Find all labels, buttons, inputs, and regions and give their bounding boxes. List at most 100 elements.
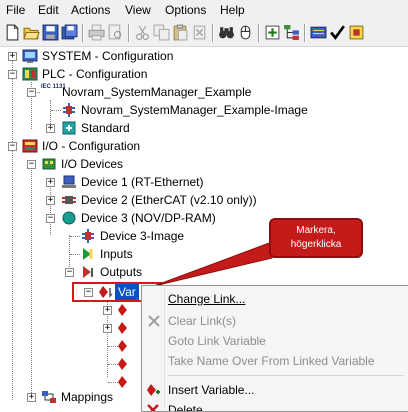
add-icon[interactable] [264,24,281,41]
tree-node-device-1[interactable]: + Device 1 (RT-Ethernet) [0,173,300,191]
tree-node-plc-image[interactable]: Novram_SystemManager_Example-Image [0,101,360,119]
tree-node-plc[interactable]: − PLC - Configuration [0,65,300,83]
menu-item-clear-links[interactable]: Clear Link(s) [142,310,408,332]
node-label: I/O Devices [61,157,124,171]
callout-line-1: Markera, [296,225,336,236]
context-menu: Change Link... Clear Link(s) Goto Link V… [141,285,408,412]
tree-icon[interactable] [283,24,300,41]
print-preview-icon[interactable] [107,24,124,41]
expand-toggle-icon[interactable]: + [46,178,55,187]
image-icon [63,103,75,117]
menu-item-goto-link[interactable]: Goto Link Variable [142,330,408,352]
expand-toggle-icon[interactable]: + [46,196,55,205]
expand-toggle-icon[interactable]: + [27,393,36,402]
ethernet-device-icon [62,175,76,188]
node-label: Outputs [100,265,143,279]
menu-view[interactable]: View [125,3,151,17]
node-label: Device 3 (NOV/DP-RAM) [81,211,216,225]
cut-icon[interactable] [134,24,151,41]
tree-node-var-child[interactable]: + [0,301,140,319]
collapse-toggle-icon[interactable]: − [65,268,74,277]
menu-item-label: Delete [168,403,203,411]
node-label: Device 2 (EtherCAT (v2.10 only)) [81,193,257,207]
node-label: Inputs [100,247,133,261]
tree-node-system[interactable]: + SYSTEM - Configuration [0,47,300,65]
insert-variable-icon [147,384,160,396]
node-label: Device 1 (RT-Ethernet) [81,175,204,189]
tree-connector [70,254,80,255]
node-label: I/O - Configuration [42,139,141,153]
menu-item-insert-variable[interactable]: Insert Variable... [142,379,408,401]
copy-icon[interactable] [153,24,170,41]
collapse-toggle-icon[interactable]: − [8,70,17,79]
ethercat-device-icon [62,196,76,204]
node-label: Mappings [61,390,114,404]
tree-node-device-3[interactable]: − Device 3 (NOV/DP-RAM) [0,209,300,227]
expand-toggle-icon[interactable]: + [8,52,17,61]
tree-node-device-2[interactable]: + Device 2 (EtherCAT (v2.10 only)) [0,191,320,209]
collapse-toggle-icon[interactable]: − [8,142,17,151]
find-icon[interactable] [218,24,235,41]
node-label: Standard [81,121,130,135]
expand-toggle-icon[interactable]: + [103,324,112,333]
mappings-icon [42,391,56,403]
mouse-icon[interactable] [237,24,254,41]
node-label: PLC - Configuration [42,67,148,81]
menu-separator [168,375,404,376]
menu-help[interactable]: Help [220,3,245,17]
menu-item-delete[interactable]: Delete [142,399,408,411]
menu-actions[interactable]: Actions [71,3,110,17]
tree-node-var-child[interactable]: + [0,319,140,337]
inputs-icon [83,248,93,260]
activate-icon[interactable] [310,24,327,41]
tree-node-var-child[interactable] [0,337,140,355]
collapse-toggle-icon[interactable]: − [27,88,36,97]
menu-item-label: Take Name Over From Linked Variable [168,354,375,368]
expand-toggle-icon[interactable]: + [46,124,55,133]
tree-node-var-child[interactable] [0,355,140,373]
callout-bubble: Markera, högerklicka [269,218,363,258]
io-devices-icon [42,158,56,170]
menu-bar: File Edit Actions View Options Help [0,0,408,20]
menu-file[interactable]: File [6,3,25,17]
iec-project-icon: IEC 1131 [41,84,66,90]
toolbar-separator [128,24,130,42]
menu-item-label: Insert Variable... [168,383,255,397]
variable-output-icon [118,304,127,316]
save-as-icon[interactable] [61,24,78,41]
clear-link-icon [148,315,160,327]
print-icon[interactable] [88,24,105,41]
menu-item-change-link[interactable]: Change Link... [142,288,408,310]
tree-connector [51,110,61,111]
paste-icon[interactable] [172,24,189,41]
delete-icon[interactable] [191,24,208,41]
plc-config-icon [22,67,38,81]
open-icon[interactable] [23,24,40,41]
outputs-icon [83,266,93,278]
tree-node-standard[interactable]: + Standard [0,119,200,137]
collapse-toggle-icon[interactable]: − [46,214,55,223]
tree-node-io-devices[interactable]: − I/O Devices [0,155,200,173]
tree-connector [70,236,80,237]
expand-toggle-icon[interactable]: + [103,306,112,315]
menu-options[interactable]: Options [165,3,206,17]
task-icon [62,121,76,135]
build-icon[interactable] [348,24,365,41]
node-label: SYSTEM - Configuration [42,49,174,63]
menu-item-label: Clear Link(s) [168,314,237,328]
tree-node-mappings[interactable]: + Mappings [0,388,140,406]
node-label: Novram_SystemManager_Example-Image [81,103,308,117]
new-icon[interactable] [4,24,21,41]
menu-item-take-name[interactable]: Take Name Over From Linked Variable [142,350,408,372]
menu-item-label: Goto Link Variable [168,334,266,348]
image-icon [82,229,94,243]
check-icon[interactable] [329,24,346,41]
node-label: Novram_SystemManager_Example [62,85,252,99]
save-icon[interactable] [42,24,59,41]
toolbar [0,20,408,47]
menu-edit[interactable]: Edit [38,3,59,17]
variable-output-icon [118,322,127,334]
tree-node-io-config[interactable]: − I/O - Configuration [0,137,300,155]
collapse-toggle-icon[interactable]: − [27,160,36,169]
tree-node-plc-project[interactable]: − IEC 1131 Novram_SystemManager_Example [0,83,320,101]
